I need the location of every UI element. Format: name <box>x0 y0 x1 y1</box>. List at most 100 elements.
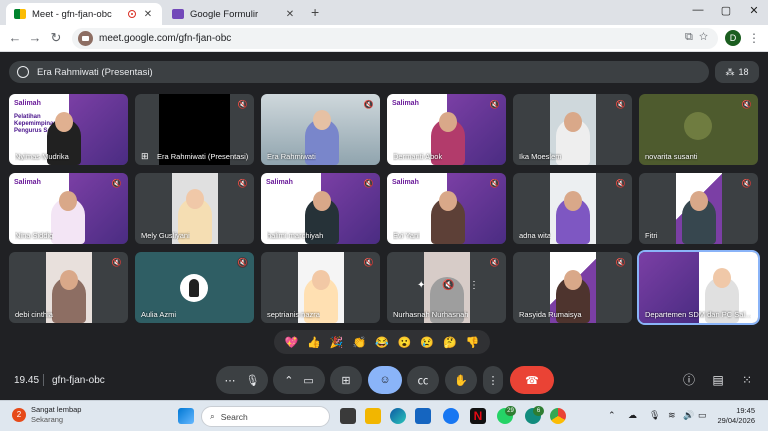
participant-tile[interactable]: Salimah Pelatihan Kepemimpinan Pengurus … <box>9 94 128 165</box>
taskbar-date: 29/04/2026 <box>717 416 755 425</box>
pin-icon[interactable]: ✦ <box>417 280 425 291</box>
participant-tile[interactable]: 🔇 Era Rahmiwati (Presentasi) ⊞ <box>135 94 254 165</box>
facebook-icon[interactable] <box>443 408 459 424</box>
raise-hand-button[interactable]: ✋ <box>445 366 477 394</box>
muted-mic-icon: 🔇 <box>615 100 626 109</box>
task-view-icon[interactable] <box>340 408 356 424</box>
leave-call-button[interactable]: ☎ <box>510 366 554 394</box>
banner-brand: Salimah <box>14 100 41 107</box>
muted-mic-icon: 🔇 <box>237 179 248 188</box>
participant-tile[interactable]: Salimah 🔇 halimi marchiyah <box>261 173 380 244</box>
reactions-button[interactable]: ☺ <box>368 366 402 394</box>
reaction-laugh[interactable]: 😂 <box>375 336 389 349</box>
participant-tile[interactable]: Salimah 🔇 Evi Yani <box>387 173 506 244</box>
participant-tile[interactable]: 🔇 Ika Moeslem <box>513 94 632 165</box>
participant-tile[interactable]: 🔇 adna wita <box>513 173 632 244</box>
close-window-icon[interactable]: ✕ <box>740 4 768 17</box>
participant-tile[interactable]: 🔇 novarita susanti <box>639 94 758 165</box>
netflix-icon[interactable]: N <box>470 408 486 424</box>
close-tab-icon[interactable]: ✕ <box>284 9 296 20</box>
participant-tile[interactable]: 🔇 Aulia Azmi <box>135 252 254 323</box>
edge-icon[interactable] <box>390 408 406 424</box>
battery-icon[interactable]: ▭ <box>698 410 707 421</box>
muted-mic-icon: 🔇 <box>363 179 374 188</box>
minimize-icon[interactable]: — <box>684 4 712 16</box>
reaction-thinking[interactable]: 🤔 <box>443 336 457 349</box>
forward-icon[interactable]: → <box>26 30 44 45</box>
reaction-thumbs-up[interactable]: 👍 <box>307 336 321 349</box>
url-text: meet.google.com/gfn-fjan-obc <box>99 33 232 44</box>
file-explorer-icon[interactable] <box>365 408 381 424</box>
participants-button[interactable]: ⁂ 18 <box>715 61 759 83</box>
participant-tile[interactable]: 🔇 debi cinthia <box>9 252 128 323</box>
tab-meet[interactable]: Meet - gfn-fjan-obc ✕ <box>6 3 162 25</box>
muted-mic-icon: 🔇 <box>111 179 122 188</box>
taskbar-search[interactable]: ⌕ Search <box>201 406 330 427</box>
back-icon[interactable]: ← <box>6 30 24 45</box>
more-options-button[interactable]: ⋮ <box>483 366 503 394</box>
whatsapp2-badge: 6 <box>533 406 544 416</box>
volume-icon[interactable]: 🔊 <box>683 410 694 421</box>
participant-tile[interactable]: Salimah 🔇 Dermanti Abok <box>387 94 506 165</box>
wifi-icon[interactable]: ≋ <box>668 410 676 421</box>
presentation-label[interactable]: Era Rahmiwati (Presentasi) <box>9 61 709 83</box>
participant-name: debi cinthia <box>15 310 53 319</box>
site-info-icon[interactable] <box>78 31 93 46</box>
tray-chevron-icon[interactable]: ⌃ <box>608 410 616 421</box>
participant-name: Era Rahmiwati <box>267 152 316 161</box>
tab-google-forms[interactable]: Google Formulir ✕ <box>164 3 304 25</box>
close-tab-icon[interactable]: ✕ <box>142 9 154 20</box>
camera-button-icon[interactable]: ▭ <box>303 374 313 387</box>
participant-tile[interactable]: 🔇 Rasyida Rumaisya <box>513 252 632 323</box>
chrome-icon[interactable] <box>550 408 566 424</box>
banner-brand: Salimah <box>392 100 419 107</box>
participant-tile[interactable]: 🔇 septrianis nazra <box>261 252 380 323</box>
reaction-sad[interactable]: 😢 <box>420 336 434 349</box>
reload-icon[interactable]: ↻ <box>47 30 65 46</box>
mic-button-icon[interactable]: 🎙 <box>246 374 260 387</box>
new-tab-icon[interactable]: + <box>311 4 319 20</box>
participant-tile-self[interactable]: Departemen SDM dan PC Sal... <box>637 250 760 325</box>
presenter-name: Era Rahmiwati (Presentasi) <box>37 66 153 78</box>
participant-tile[interactable]: Salimah 🔇 Nina Siddiq <box>9 173 128 244</box>
participant-tile[interactable]: ✦ 🔇 ⋮ 🔇 Nurhasnah Nurhasnah <box>387 252 506 323</box>
more-audio-icon[interactable]: ⋯ <box>225 374 236 387</box>
more-options-icon[interactable]: ⋮ <box>469 280 479 291</box>
chat-icon[interactable]: ▤ <box>710 372 726 388</box>
taskbar-clock[interactable]: 19:45 29/04/2026 <box>715 406 755 426</box>
participant-tile[interactable]: 🔇 Mely Gusliyani <box>135 173 254 244</box>
activities-icon[interactable]: ⁙ <box>739 372 755 388</box>
cloud-icon[interactable]: ☁ <box>628 410 637 421</box>
browser-menu-icon[interactable]: ⋮ <box>748 31 760 45</box>
participant-tile[interactable]: 🔇 Fitri <box>639 173 758 244</box>
reaction-clap[interactable]: 👏 <box>352 336 366 349</box>
store-icon[interactable] <box>415 408 431 424</box>
present-button[interactable]: ⊞ <box>330 366 362 394</box>
microphone-tray-icon[interactable]: 🎙 <box>649 410 660 421</box>
people-icon: ⁂ <box>725 66 735 77</box>
mute-participant-icon[interactable]: 🔇 <box>442 280 454 291</box>
reaction-surprised[interactable]: 😮 <box>398 336 412 349</box>
translate-bookmark-icons[interactable]: ⧉ ☆ <box>685 31 708 44</box>
participant-name: Departemen SDM dan PC Sal... <box>645 310 752 319</box>
info-icon[interactable]: ⓘ <box>681 372 697 388</box>
address-bar[interactable]: meet.google.com/gfn-fjan-obc ⧉ ☆ <box>72 28 718 49</box>
participant-name: Nina Siddiq <box>15 231 54 240</box>
reaction-party[interactable]: 🎉 <box>330 336 344 349</box>
muted-mic-icon: 🔇 <box>363 100 374 109</box>
weather-widget[interactable]: 2 Sangat lembap Sekarang <box>12 405 81 425</box>
reaction-thumbs-down[interactable]: 👎 <box>466 336 480 349</box>
more-vert-icon: ⋮ <box>487 374 499 387</box>
windows-start-icon[interactable] <box>178 408 194 424</box>
muted-mic-icon: 🔇 <box>489 179 500 188</box>
chevron-up-icon[interactable]: ⌃ <box>284 374 293 387</box>
captions-button[interactable]: ㏄ <box>407 366 439 394</box>
browser-tab-bar: Meet - gfn-fjan-obc ✕ Google Formulir ✕ … <box>0 0 768 25</box>
participant-tile[interactable]: 🔇 Era Rahmiwati <box>261 94 380 165</box>
muted-mic-icon: 🔇 <box>489 100 500 109</box>
maximize-icon[interactable]: ▢ <box>712 4 740 17</box>
profile-avatar[interactable]: D <box>725 30 741 46</box>
search-icon: ⌕ <box>210 411 215 421</box>
reaction-heart[interactable]: 💖 <box>284 336 298 349</box>
participant-name: halimi marchiyah <box>267 231 324 240</box>
